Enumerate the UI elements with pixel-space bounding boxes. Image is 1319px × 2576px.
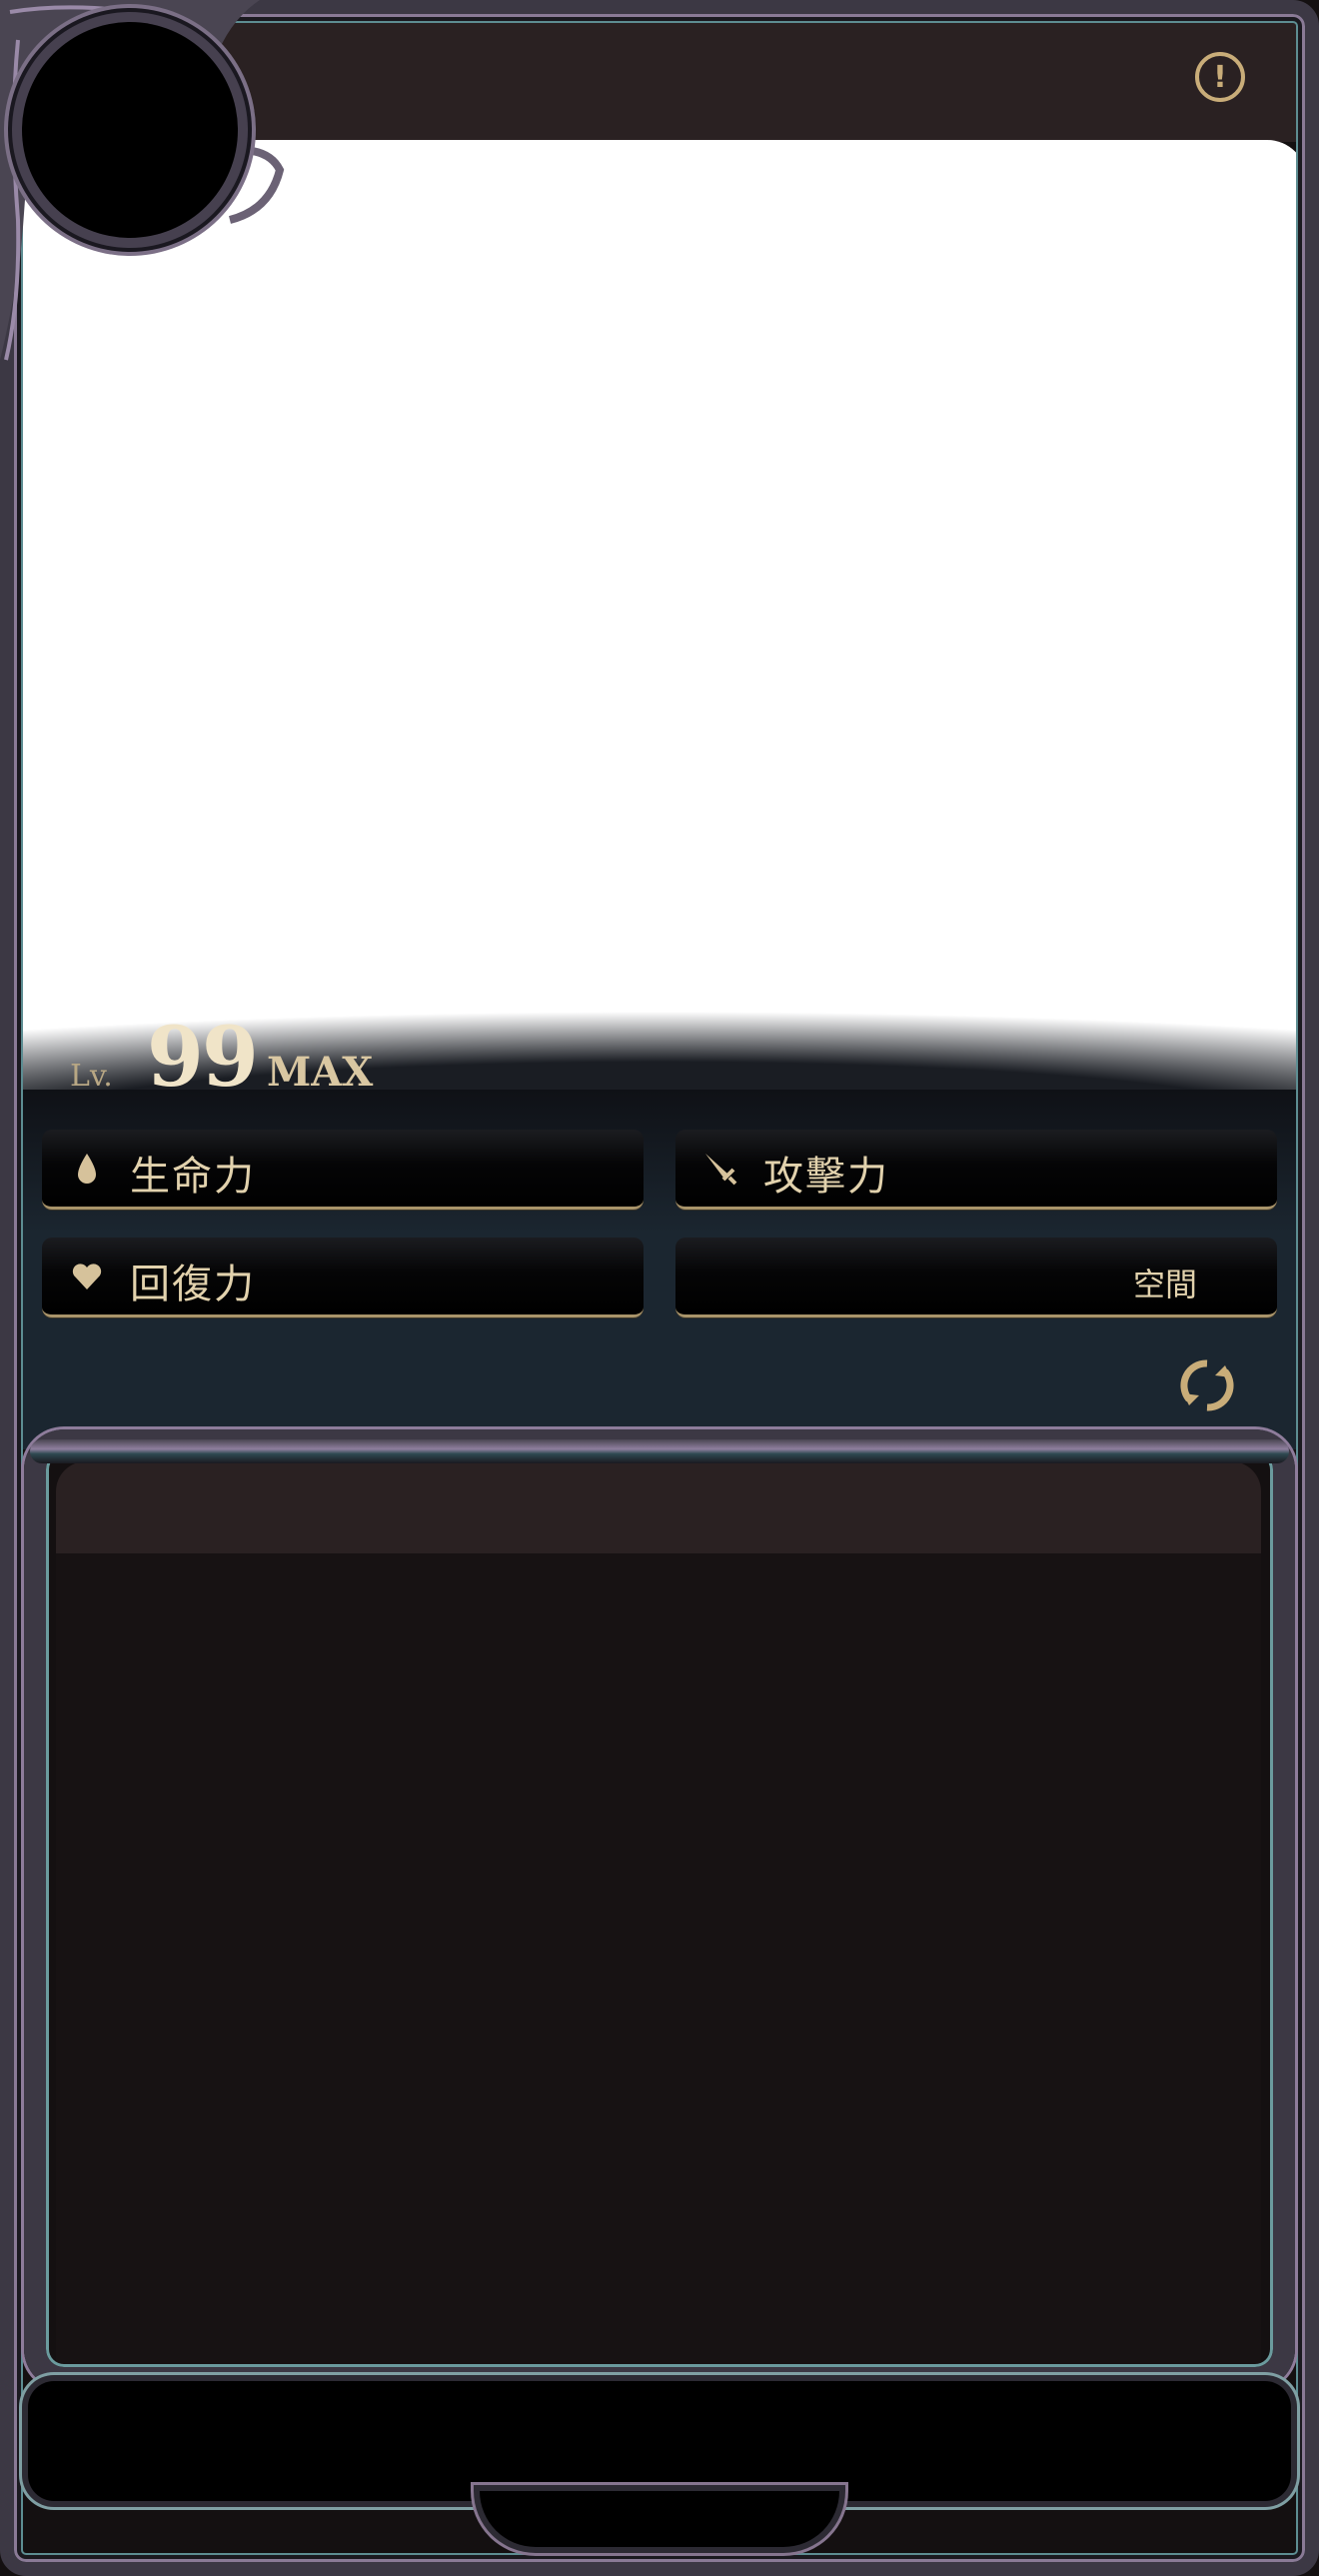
frame-divider <box>30 1439 1289 1463</box>
drop-icon <box>68 1150 106 1188</box>
stat-hp: 生命力 <box>42 1130 644 1210</box>
level-prefix: Lv. <box>70 1059 113 1094</box>
stat-attack-label: 攻擊力 <box>763 1154 889 1200</box>
stat-hp-label: 生命力 <box>130 1154 256 1200</box>
avatar-slot[interactable] <box>22 22 238 238</box>
refresh-icon[interactable] <box>1177 1355 1237 1415</box>
stat-attack: 攻擊力 <box>675 1130 1277 1210</box>
level-max-label: MAX <box>266 1049 374 1096</box>
character-card: ! Lv. 99 MAX 生命力 攻擊力 回復力 空間 <box>0 0 1319 2576</box>
info-icon: ! <box>1213 59 1227 95</box>
footer-notch <box>480 2491 839 2547</box>
stat-empty-value: 空間 <box>1132 1266 1197 1303</box>
level-value: 99 <box>146 1010 259 1106</box>
heart-icon <box>68 1258 106 1295</box>
footer-bar <box>28 2381 1291 2501</box>
description-panel <box>56 1553 1261 2375</box>
sword-icon <box>701 1150 739 1188</box>
stat-recovery: 回復力 <box>42 1238 644 1317</box>
stat-recovery-label: 回復力 <box>130 1262 256 1307</box>
stat-empty: 空間 <box>675 1238 1277 1317</box>
top-bar <box>150 12 1299 142</box>
level-display: Lv. 99 MAX <box>70 1010 374 1106</box>
info-button[interactable]: ! <box>1195 52 1245 102</box>
